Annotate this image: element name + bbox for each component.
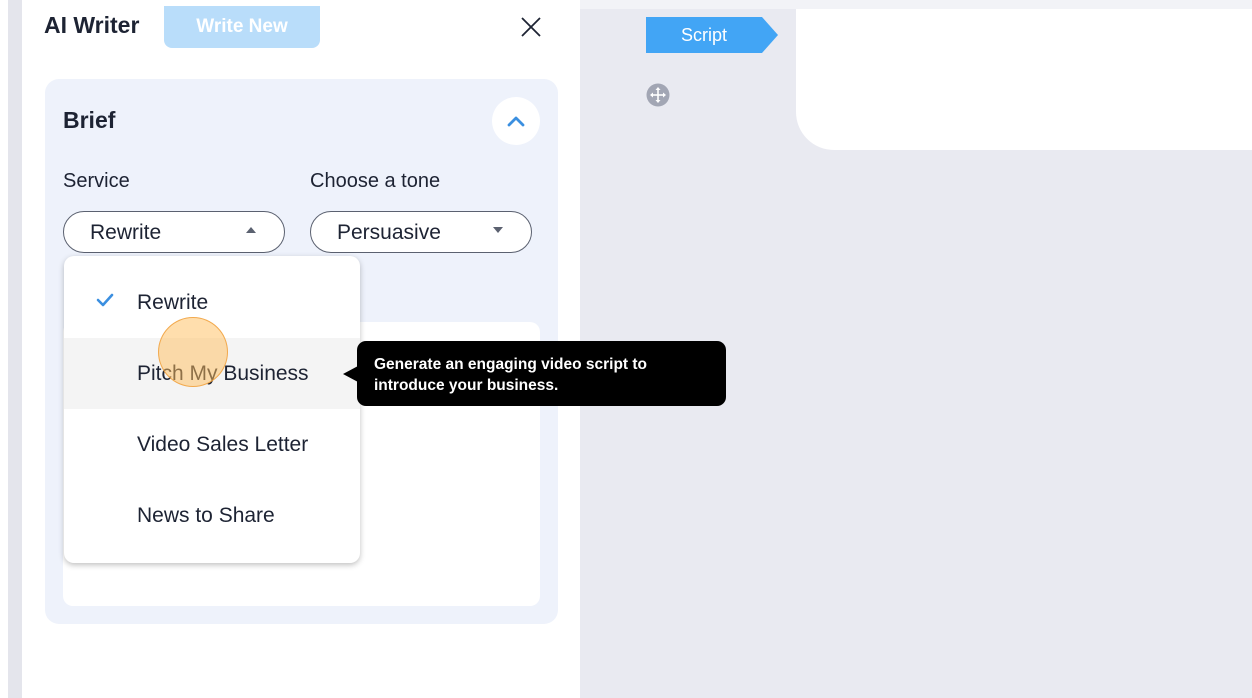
close-button[interactable] <box>516 12 546 42</box>
service-select-value: Rewrite <box>90 221 162 244</box>
write-new-button[interactable]: Write New <box>164 6 320 48</box>
service-select[interactable]: Rewrite <box>63 211 285 253</box>
tone-label: Choose a tone <box>310 170 441 192</box>
close-icon <box>521 17 541 37</box>
script-node-tag[interactable]: Script <box>646 17 778 53</box>
caret-down-icon <box>493 227 503 233</box>
menu-item-video-sales-letter[interactable]: Video Sales Letter <box>64 409 360 480</box>
menu-item-label: Video Sales Letter <box>137 433 309 456</box>
menu-item-label: News to Share <box>137 504 275 527</box>
menu-item-news-to-share[interactable]: News to Share <box>64 480 360 551</box>
menu-item-tooltip: Generate an engaging video script to int… <box>357 341 726 406</box>
panel-title: AI Writer <box>44 12 140 38</box>
tooltip-text: Generate an engaging video script to int… <box>374 356 648 394</box>
left-gutter <box>8 0 22 698</box>
click-indicator <box>158 317 228 387</box>
script-tag-label: Script <box>680 24 727 45</box>
collapse-brief-button[interactable] <box>492 97 540 145</box>
service-label: Service <box>63 170 130 192</box>
chevron-up-icon <box>507 116 525 127</box>
service-dropdown-menu: Rewrite Pitch My Business Video Sales Le… <box>64 256 360 563</box>
move-icon[interactable] <box>646 83 670 107</box>
caret-up-icon <box>246 227 256 233</box>
menu-item-label: Rewrite <box>137 291 209 314</box>
check-icon <box>96 293 114 312</box>
canvas-top-strip <box>580 0 1252 9</box>
tone-select[interactable]: Persuasive <box>310 211 532 253</box>
tooltip-arrow <box>343 366 358 382</box>
left-edge <box>0 0 8 698</box>
brief-title: Brief <box>63 107 116 133</box>
tone-select-value: Persuasive <box>337 221 441 244</box>
canvas-card <box>796 9 1252 150</box>
